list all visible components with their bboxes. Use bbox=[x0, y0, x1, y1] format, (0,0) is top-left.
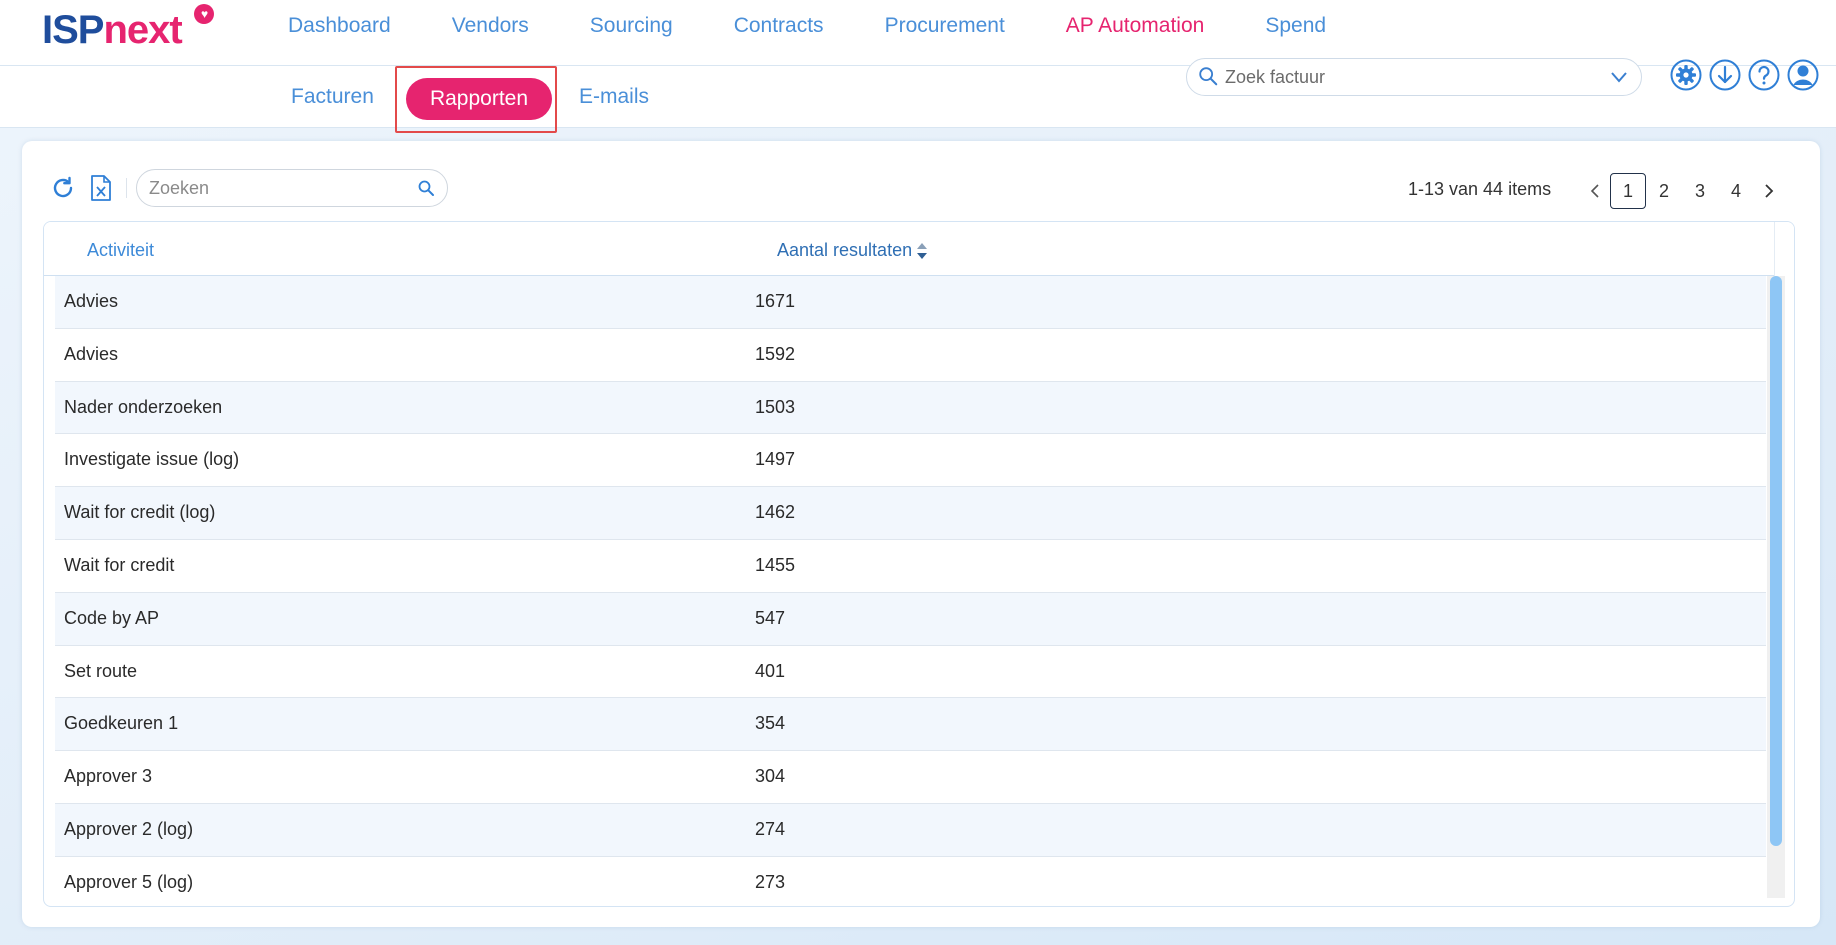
header-scroll-spacer bbox=[1774, 222, 1794, 276]
search-icon[interactable] bbox=[417, 179, 435, 197]
table-row[interactable]: Set route 401 bbox=[55, 645, 1766, 699]
column-header-activiteit[interactable]: Activiteit bbox=[87, 240, 154, 261]
nav-sourcing[interactable]: Sourcing bbox=[590, 0, 673, 52]
column-header-aantal-resultaten[interactable]: Aantal resultaten bbox=[777, 240, 912, 261]
table-row[interactable]: Advies 1671 bbox=[55, 276, 1766, 329]
top-header: ISPnext ♥ Dashboard Vendors Sourcing Con… bbox=[0, 0, 1836, 66]
result-count-cell: 273 bbox=[755, 871, 786, 892]
activity-cell: Approver 3 bbox=[64, 766, 153, 787]
activity-cell: Nader onderzoeken bbox=[64, 396, 223, 417]
page-button-3[interactable]: 3 bbox=[1682, 173, 1718, 209]
table-row[interactable]: Investigate issue (log) 1497 bbox=[55, 434, 1766, 488]
result-count-cell: 304 bbox=[755, 766, 786, 787]
page-button-4[interactable]: 4 bbox=[1718, 173, 1754, 209]
activity-cell: Advies bbox=[64, 291, 119, 311]
table-row[interactable]: Wait for credit (log) 1462 bbox=[55, 487, 1766, 540]
prev-page-button[interactable] bbox=[1580, 174, 1610, 208]
page-button-2[interactable]: 2 bbox=[1646, 173, 1682, 209]
tab-emails[interactable]: E-mails bbox=[579, 66, 649, 128]
activity-cell: Wait for credit bbox=[64, 554, 175, 575]
activity-cell: Goedkeuren 1 bbox=[64, 713, 179, 734]
search-icon bbox=[1199, 67, 1218, 86]
result-count-cell: 1503 bbox=[755, 396, 796, 417]
toolbar-divider bbox=[126, 178, 127, 198]
logo-text-isp: ISP bbox=[42, 8, 104, 52]
result-count-cell: 547 bbox=[755, 607, 786, 628]
gear-icon[interactable] bbox=[1670, 59, 1702, 91]
tab-facturen[interactable]: Facturen bbox=[291, 66, 374, 128]
result-count-cell: 1592 bbox=[755, 343, 796, 364]
activity-cell: Approver 5 (log) bbox=[64, 871, 194, 892]
table-search[interactable] bbox=[136, 169, 448, 207]
pagination: 1 2 3 4 bbox=[1580, 173, 1784, 209]
report-card: 1-13 van 44 items 1 2 3 4 Activiteit Aan… bbox=[22, 141, 1820, 927]
result-count-cell: 401 bbox=[755, 660, 786, 681]
table-search-input[interactable] bbox=[149, 175, 409, 201]
excel-export-icon[interactable] bbox=[90, 174, 112, 202]
activity-cell: Approver 2 (log) bbox=[64, 818, 194, 839]
next-page-button[interactable] bbox=[1754, 174, 1784, 208]
help-icon[interactable] bbox=[1748, 59, 1780, 91]
result-count-cell: 1497 bbox=[755, 449, 796, 470]
nav-procurement[interactable]: Procurement bbox=[885, 0, 1005, 52]
result-count-cell: 354 bbox=[755, 713, 786, 734]
nav-vendors[interactable]: Vendors bbox=[452, 0, 529, 52]
table-row[interactable]: Wait for credit 1455 bbox=[55, 539, 1766, 593]
table-row[interactable]: Approver 5 (log) 273 bbox=[55, 856, 1766, 906]
pagination-info: 1-13 van 44 items bbox=[1408, 179, 1552, 199]
download-icon[interactable] bbox=[1709, 59, 1741, 91]
table-row[interactable]: Nader onderzoeken 1503 bbox=[55, 381, 1766, 435]
nav-dashboard[interactable]: Dashboard bbox=[288, 0, 391, 52]
chevron-left-icon bbox=[1590, 184, 1599, 198]
refresh-icon[interactable] bbox=[50, 175, 76, 201]
sort-icon[interactable] bbox=[916, 242, 928, 260]
activity-cell: Advies bbox=[64, 343, 119, 364]
result-count-cell: 1671 bbox=[755, 291, 796, 311]
logo-text-next: next bbox=[103, 8, 182, 52]
nav-ap-automation[interactable]: AP Automation bbox=[1066, 0, 1205, 52]
activity-cell: Investigate issue (log) bbox=[64, 449, 240, 470]
ispnext-logo[interactable]: ISPnext ♥ bbox=[42, 4, 214, 56]
table-row[interactable]: Approver 3 304 bbox=[55, 751, 1766, 804]
table-header: Activiteit Aantal resultaten bbox=[44, 222, 1774, 276]
result-count-cell: 274 bbox=[755, 818, 786, 839]
result-count-cell: 1455 bbox=[755, 554, 796, 575]
result-count-cell: 1462 bbox=[755, 502, 796, 523]
activity-cell: Wait for credit (log) bbox=[64, 502, 216, 523]
nav-spend[interactable]: Spend bbox=[1265, 0, 1326, 52]
header-icon-group bbox=[1670, 59, 1826, 91]
activity-cell: Set route bbox=[64, 660, 138, 681]
vertical-scrollbar[interactable] bbox=[1767, 276, 1785, 898]
activity-cell: Code by AP bbox=[64, 607, 160, 628]
page-button-1[interactable]: 1 bbox=[1610, 173, 1646, 209]
main-navigation: Dashboard Vendors Sourcing Contracts Pro… bbox=[288, 0, 1387, 52]
chevron-right-icon bbox=[1765, 184, 1774, 198]
table-row[interactable]: Advies 1592 bbox=[55, 328, 1766, 382]
table-row[interactable]: Approver 2 (log) 274 bbox=[55, 803, 1766, 857]
invoice-search[interactable] bbox=[1186, 58, 1642, 96]
table-body: Advies 1671 Advies 1592 Nader onderzoeken 150… bbox=[55, 276, 1766, 906]
logo-heart-icon: ♥ bbox=[194, 4, 214, 24]
activity-table: Activiteit Aantal resultaten Advies 1671 A… bbox=[43, 221, 1795, 907]
table-row[interactable]: Code by AP 547 bbox=[55, 592, 1766, 646]
nav-contracts[interactable]: Contracts bbox=[734, 0, 824, 52]
user-icon[interactable] bbox=[1787, 59, 1819, 91]
invoice-search-input[interactable] bbox=[1225, 63, 1585, 91]
scrollbar-thumb[interactable] bbox=[1770, 276, 1782, 846]
chevron-down-icon[interactable] bbox=[1609, 67, 1629, 87]
table-row[interactable]: Goedkeuren 1 354 bbox=[55, 698, 1766, 752]
tab-rapporten[interactable]: Rapporten bbox=[406, 78, 552, 120]
